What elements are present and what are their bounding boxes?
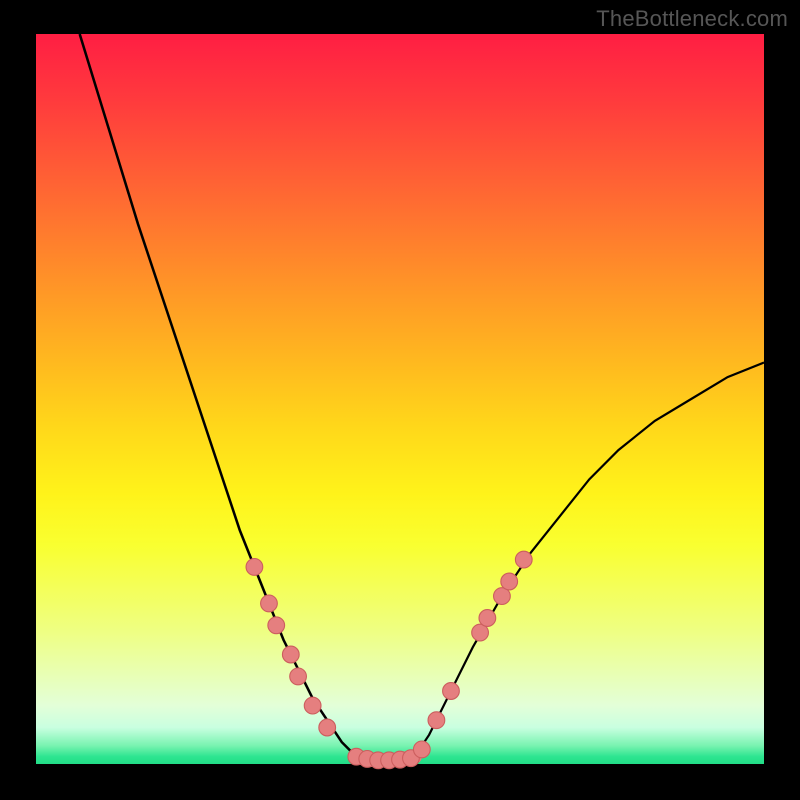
data-marker bbox=[282, 646, 299, 663]
data-marker bbox=[479, 610, 496, 627]
data-marker bbox=[515, 551, 532, 568]
data-marker bbox=[246, 559, 263, 576]
plot-area bbox=[36, 34, 764, 764]
data-marker bbox=[428, 712, 445, 729]
data-marker bbox=[319, 719, 336, 736]
data-marker bbox=[413, 741, 430, 758]
watermark-text: TheBottleneck.com bbox=[596, 6, 788, 32]
chart-container: TheBottleneck.com bbox=[0, 0, 800, 800]
left-curve-path bbox=[80, 34, 357, 757]
data-marker bbox=[304, 697, 321, 714]
data-marker bbox=[268, 617, 285, 634]
marker-group bbox=[246, 551, 532, 769]
data-marker bbox=[290, 668, 307, 685]
data-marker bbox=[443, 683, 460, 700]
chart-svg bbox=[36, 34, 764, 764]
data-marker bbox=[261, 595, 278, 612]
curve-group bbox=[80, 34, 764, 760]
right-curve-path bbox=[415, 363, 764, 757]
data-marker bbox=[501, 573, 518, 590]
